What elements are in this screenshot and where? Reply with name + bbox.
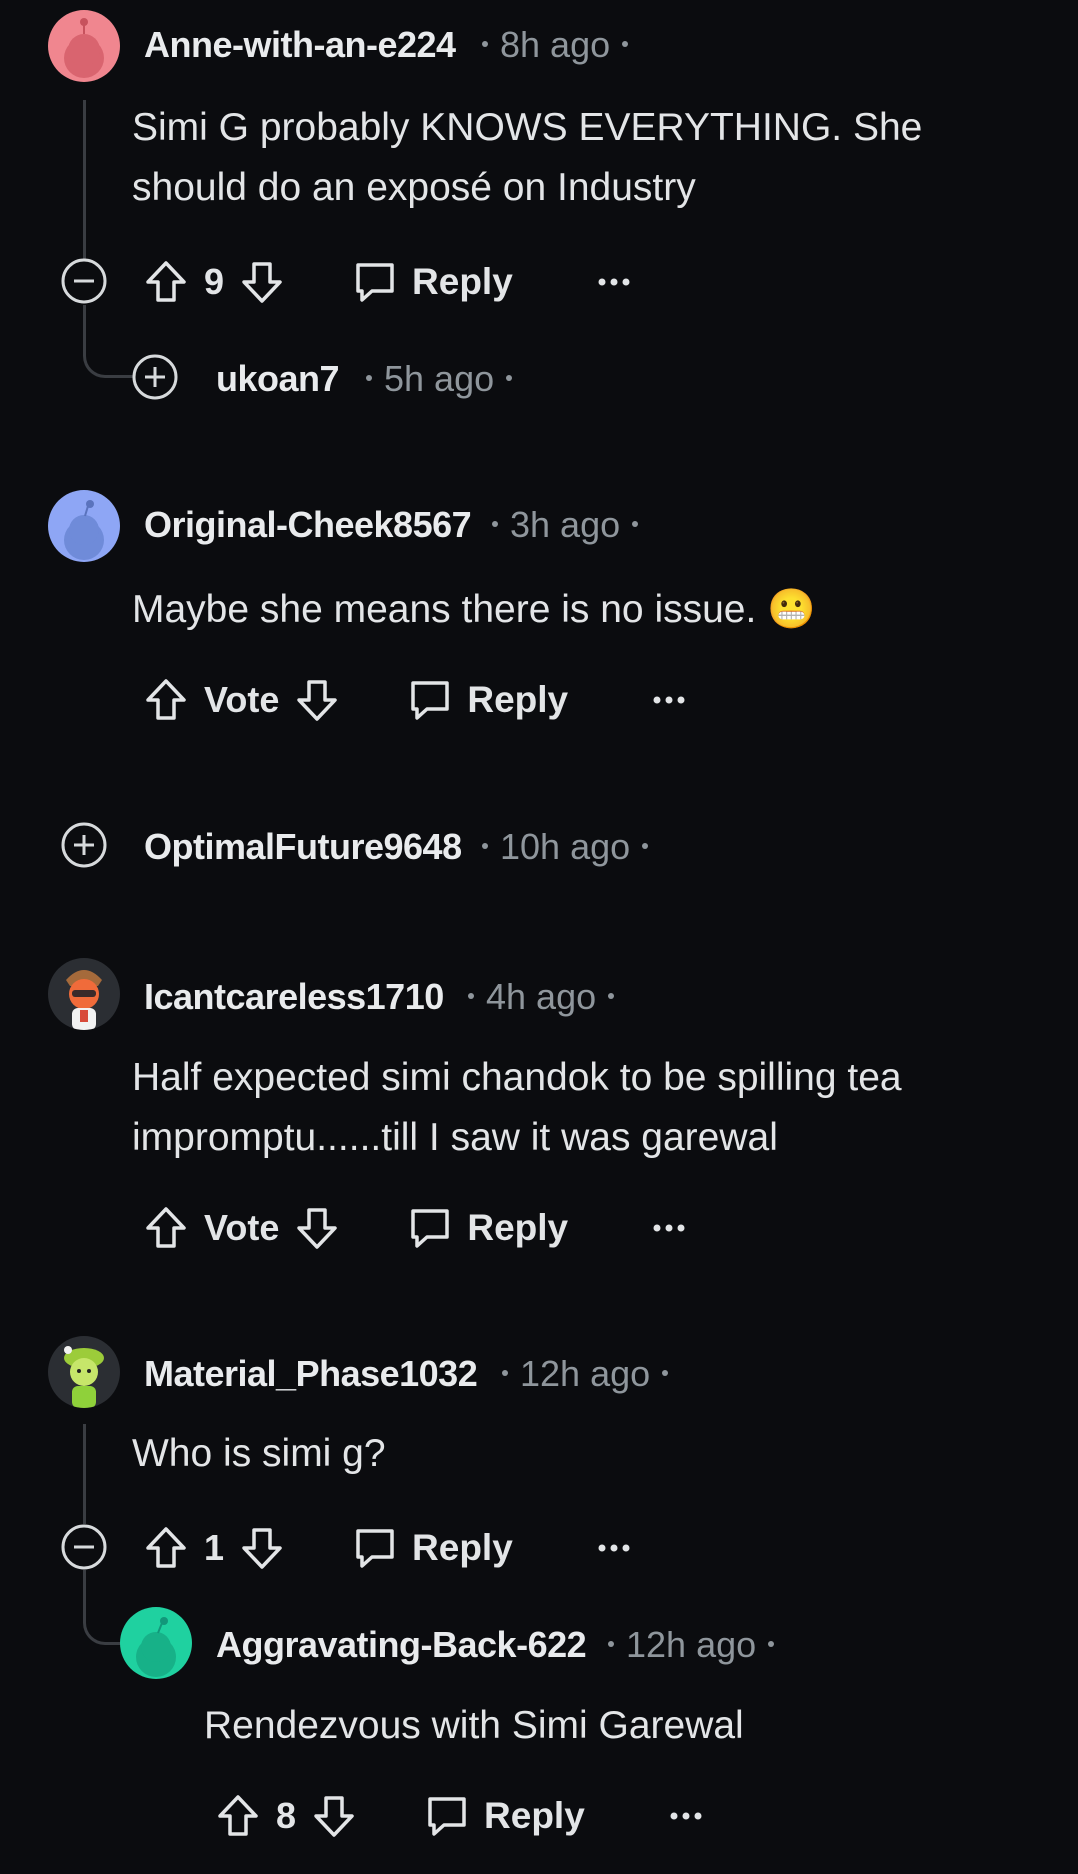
reply-button[interactable]: Reply — [407, 1205, 568, 1251]
comment-body: Rendezvous with Simi Garewal — [204, 1704, 744, 1747]
reply-icon — [356, 263, 394, 302]
comment-actions: 1 Reply — [142, 1518, 631, 1578]
reply-icon — [428, 1797, 466, 1836]
vote-label: Vote — [204, 1207, 280, 1248]
vote-count: 1 — [204, 1527, 225, 1568]
reply-icon — [356, 1529, 394, 1568]
comment-actions: Vote Reply — [142, 1198, 686, 1258]
comment-timestamp: 5h ago — [354, 358, 524, 400]
comment-timestamp: 3h ago — [480, 504, 650, 546]
reply-icon — [411, 1209, 450, 1248]
comment-author[interactable]: Material_Phase1032 — [144, 1353, 478, 1395]
upvote-icon[interactable] — [142, 1204, 190, 1252]
comment-body: Simi G probably KNOWS EVERYTHING. She sh… — [132, 106, 923, 209]
avatar[interactable] — [48, 10, 120, 82]
thread-connector — [83, 305, 134, 378]
comment-body: Half expected simi chandok to be spillin… — [132, 1056, 902, 1159]
collapse-thread-button[interactable] — [61, 1524, 107, 1570]
downvote-icon[interactable] — [293, 676, 341, 724]
thread-line — [83, 100, 86, 260]
thread-line — [83, 1424, 86, 1524]
avatar[interactable] — [48, 958, 120, 1030]
more-options-icon[interactable] — [597, 277, 631, 287]
avatar[interactable] — [120, 1607, 192, 1679]
upvote-icon[interactable] — [142, 676, 190, 724]
comment-timestamp: 10h ago — [470, 826, 660, 868]
more-options-icon[interactable] — [597, 1543, 631, 1553]
comment-body: Maybe she means there is no issue. 😬 — [132, 588, 816, 631]
downvote-icon[interactable] — [310, 1792, 358, 1840]
downvote-icon[interactable] — [293, 1204, 341, 1252]
comment-body: Who is simi g? — [132, 1432, 386, 1475]
expand-thread-button[interactable] — [132, 354, 178, 400]
reply-button[interactable]: Reply — [352, 1525, 513, 1571]
comment-actions: 8 Reply — [214, 1786, 703, 1846]
avatar[interactable] — [48, 1336, 120, 1408]
reply-icon — [411, 681, 450, 720]
comment-author[interactable]: ukoan7 — [216, 358, 340, 400]
comment-timestamp: 4h ago — [456, 976, 626, 1018]
vote-label: Vote — [204, 679, 280, 720]
upvote-icon[interactable] — [142, 1524, 190, 1572]
comment-actions: 9 Reply — [142, 252, 631, 312]
avatar[interactable] — [48, 490, 120, 562]
comment-author[interactable]: OptimalFuture9648 — [144, 826, 462, 868]
more-options-icon[interactable] — [669, 1811, 703, 1821]
downvote-icon[interactable] — [238, 258, 286, 306]
more-options-icon[interactable] — [652, 1223, 686, 1233]
vote-count: 9 — [204, 261, 225, 302]
more-options-icon[interactable] — [652, 695, 686, 705]
thread-connector — [83, 1570, 126, 1645]
upvote-icon[interactable] — [142, 258, 190, 306]
comment-timestamp: 8h ago — [470, 24, 640, 66]
comment-author[interactable]: Aggravating-Back-622 — [216, 1624, 587, 1666]
collapse-thread-button[interactable] — [61, 258, 107, 304]
upvote-icon[interactable] — [214, 1792, 262, 1840]
vote-count: 8 — [276, 1795, 297, 1836]
reply-button[interactable]: Reply — [424, 1793, 585, 1839]
reply-button[interactable]: Reply — [352, 259, 513, 305]
comment-author[interactable]: Anne-with-an-e224 — [144, 24, 456, 66]
comment-timestamp: 12h ago — [596, 1624, 786, 1666]
downvote-icon[interactable] — [238, 1524, 286, 1572]
comment-author[interactable]: Original-Cheek8567 — [144, 504, 472, 546]
comment-author[interactable]: Icantcareless1710 — [144, 976, 444, 1018]
comment-timestamp: 12h ago — [490, 1353, 680, 1395]
expand-thread-button[interactable] — [61, 822, 107, 868]
reply-button[interactable]: Reply — [407, 677, 568, 723]
comment-actions: Vote Reply — [142, 670, 686, 730]
